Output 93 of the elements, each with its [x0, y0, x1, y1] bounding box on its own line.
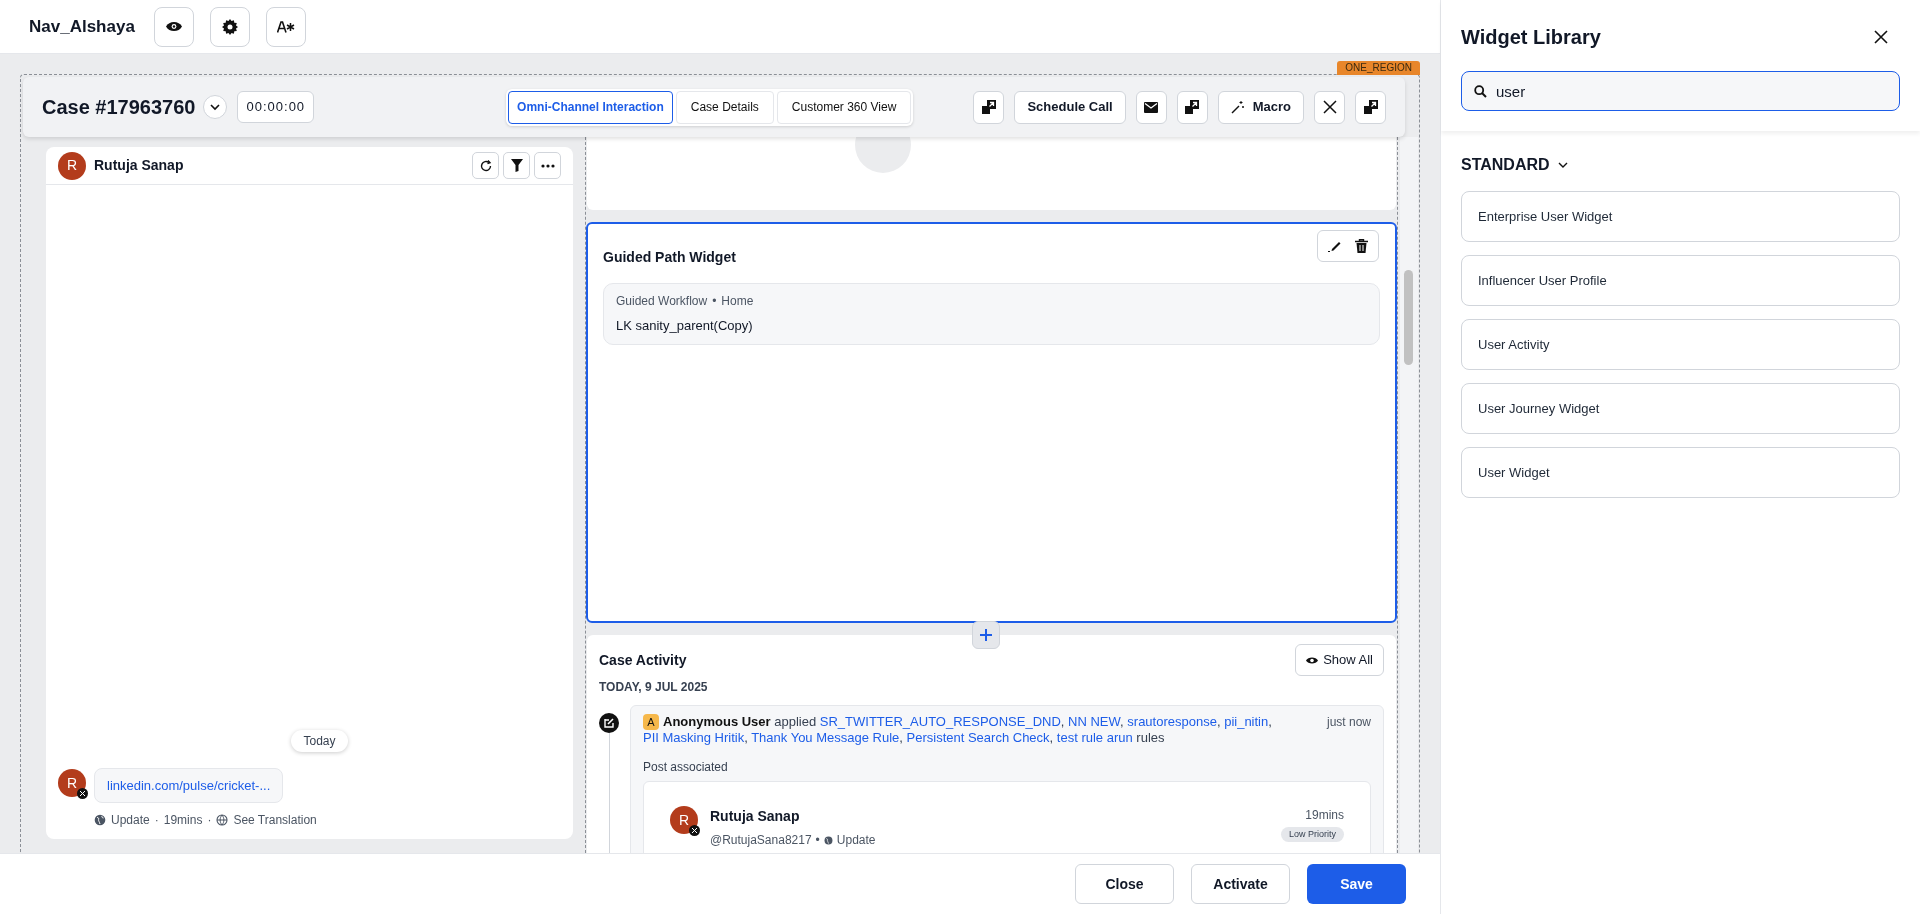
section-title: Case Activity	[599, 650, 687, 670]
rule-link[interactable]: NN NEW	[1068, 714, 1121, 729]
schedule-call-button[interactable]: Schedule Call	[1014, 90, 1126, 124]
refresh-button[interactable]	[472, 152, 499, 179]
separator-dot: ·	[207, 812, 212, 829]
globe-icon	[216, 814, 229, 826]
squares-arrow-icon	[1363, 100, 1378, 114]
search-field[interactable]: user	[1461, 71, 1900, 111]
tab[interactable]: Customer 360 View	[776, 90, 912, 124]
close-icon	[1874, 30, 1888, 44]
x-logo-icon	[689, 825, 700, 836]
add-widget-button[interactable]	[972, 621, 1000, 649]
preview-button[interactable]	[154, 6, 194, 47]
settings-icon	[222, 18, 238, 35]
post-time: 19mins	[1305, 807, 1344, 824]
section-toggle[interactable]: STANDARD	[1461, 153, 1568, 177]
squares-arrow-icon	[981, 100, 996, 114]
mail-icon	[1144, 101, 1159, 113]
footer-button[interactable]: Activate	[1191, 864, 1290, 904]
case-title: Case #17963760	[42, 95, 196, 120]
close-icon	[1322, 100, 1337, 114]
guided-path-widget[interactable]: Guided Path Widget Guided Workflow • Home LK sanity_parent(Copy)	[586, 222, 1397, 623]
show-all-button[interactable]: Show All	[1295, 644, 1384, 676]
widget-item[interactable]: User Journey Widget	[1461, 383, 1900, 434]
case-dropdown-button[interactable]	[203, 95, 228, 119]
widget-title: Guided Path Widget	[603, 248, 737, 267]
globe-icon	[823, 835, 833, 845]
app-title: Nav_Alshaya	[29, 15, 136, 38]
pencil-icon	[1328, 239, 1342, 253]
eye-icon	[166, 21, 182, 32]
more-icon	[540, 163, 555, 168]
separator-dot: ·	[154, 812, 159, 829]
chevron-down-icon	[209, 101, 222, 113]
widget-item[interactable]: Influencer User Profile	[1461, 255, 1900, 306]
activity-time: just now	[1325, 714, 1371, 731]
squares-arrow-icon	[1185, 100, 1200, 114]
separator-dot: •	[815, 832, 820, 849]
globe-icon	[94, 814, 106, 826]
message-link[interactable]: linkedin.com/pulse/cricket-...	[107, 775, 271, 796]
date-heading: TODAY, 9 JUL 2025	[599, 679, 709, 696]
filter-button[interactable]	[503, 152, 530, 179]
popout-button[interactable]	[973, 90, 1005, 124]
macro-button[interactable]: Macro	[1217, 90, 1304, 124]
rule-link[interactable]: SR_TWITTER_AUTO_RESPONSE_DND	[819, 714, 1061, 729]
author-name: Rutuja Sanap	[710, 807, 801, 826]
widget-item[interactable]: User Activity	[1461, 319, 1900, 370]
avatar: R	[58, 151, 86, 180]
eye-icon	[1306, 655, 1319, 665]
wand-icon	[1230, 100, 1244, 114]
close-button[interactable]	[1314, 90, 1345, 124]
activity-text: A Anonymous User applied SR_TWITTER_AUTO_RESPONSE_DND, NN NEW, srautoresponse, pii_nitin, PII Masking Hritik, Thank You Message Rule, Persistent Search Check, test rule arun rules	[643, 714, 1273, 746]
message-time: 19mins	[163, 812, 203, 829]
workflow-name: LK sanity_parent(Copy)	[616, 317, 754, 335]
email-button[interactable]	[1135, 90, 1167, 124]
see-translation-link[interactable]: See Translation	[233, 811, 317, 829]
widget-item[interactable]: User Widget	[1461, 447, 1900, 498]
text-style-button[interactable]	[266, 6, 306, 47]
popout-button[interactable]	[1176, 90, 1208, 124]
avatar: R	[670, 806, 698, 834]
breadcrumb-item[interactable]: Home	[721, 292, 754, 310]
message-type: Update	[111, 812, 150, 829]
save-button[interactable]: Save	[1307, 864, 1406, 904]
footer-button[interactable]: Close	[1075, 864, 1174, 904]
rule-link[interactable]: test rule arun	[1056, 730, 1133, 745]
author-handle: @RutujaSana8217	[710, 832, 812, 849]
breadcrumb-item[interactable]: Guided Workflow	[616, 292, 708, 310]
refresh-icon	[478, 158, 493, 173]
timer: 00:00:00	[237, 91, 315, 123]
rule-link[interactable]: Persistent Search Check	[906, 730, 1050, 745]
settings-button[interactable]	[210, 6, 250, 47]
priority-label: Low Priority	[1281, 827, 1344, 842]
plus-icon	[979, 628, 993, 642]
text-size-icon	[277, 20, 295, 33]
trash-icon	[1354, 239, 1368, 253]
post-type: Update	[836, 832, 876, 849]
separator-dot: •	[712, 293, 717, 310]
x-logo-icon	[77, 788, 88, 799]
filter-icon	[510, 159, 523, 172]
edit-note-icon	[599, 713, 619, 733]
rule-link[interactable]: srautoresponse	[1127, 714, 1217, 729]
panel-title: Widget Library	[1461, 25, 1601, 50]
contact-name: Rutuja Sanap	[94, 156, 184, 175]
popout-button[interactable]	[1355, 90, 1386, 124]
post-label: Post associated	[643, 759, 729, 776]
chevron-down-icon	[1557, 162, 1568, 168]
widget-item[interactable]: Enterprise User Widget	[1461, 191, 1900, 242]
tab[interactable]: Omni-Channel Interaction	[508, 90, 673, 124]
tab[interactable]: Case Details	[675, 90, 774, 124]
search-icon	[1474, 85, 1487, 98]
avatar: R	[58, 769, 86, 797]
region-tag: ONE_REGION	[1337, 61, 1420, 75]
scrollbar-thumb[interactable]	[1404, 270, 1413, 365]
delete-button[interactable]	[1352, 237, 1370, 255]
